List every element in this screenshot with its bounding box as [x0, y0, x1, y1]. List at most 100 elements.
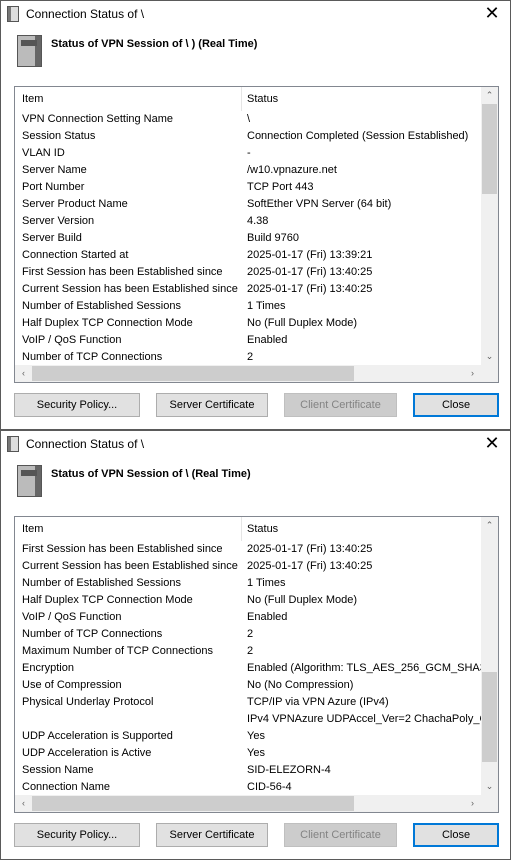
item-cell: Current Session has been Established sin…: [22, 560, 238, 572]
scrollbar-corner: [481, 795, 498, 812]
status-cell: 2025-01-17 (Fri) 13:40:25: [247, 543, 373, 555]
table-row[interactable]: Current Session has been Established sin…: [15, 558, 481, 575]
table-row[interactable]: Server Version 4.38: [15, 213, 481, 230]
table-row[interactable]: First Session has been Established since…: [15, 264, 481, 281]
table-row[interactable]: Physical Underlay Protocol TCP/IP via VP…: [15, 694, 481, 711]
security-policy-button[interactable]: Security Policy...: [14, 823, 140, 847]
status-cell: 2: [247, 628, 254, 640]
vertical-scrollbar[interactable]: ⌃ ⌄: [481, 87, 498, 365]
status-list[interactable]: Item Status First Session has been Estab…: [14, 516, 499, 813]
table-row[interactable]: Half Duplex TCP Connection Mode No (Full…: [15, 315, 481, 332]
chevron-down-icon[interactable]: ⌄: [481, 778, 498, 795]
table-row[interactable]: Server Product Name SoftEther VPN Server…: [15, 196, 481, 213]
title-bar[interactable]: Connection Status of \ ✕: [1, 1, 510, 29]
scrollbar-thumb[interactable]: [482, 104, 497, 194]
table-row[interactable]: UDP Acceleration is Active Yes: [15, 745, 481, 762]
status-cell: TCP/IP via VPN Azure (IPv4): [247, 696, 389, 708]
column-divider[interactable]: [241, 517, 242, 541]
table-row[interactable]: Number of TCP Connections 2: [15, 349, 481, 365]
item-cell: Server Product Name: [22, 198, 128, 210]
scrollbar-thumb[interactable]: [482, 672, 497, 762]
table-row[interactable]: VLAN ID -: [15, 145, 481, 162]
chevron-right-icon[interactable]: ›: [464, 795, 481, 812]
close-icon[interactable]: ✕: [482, 3, 502, 24]
status-cell: SID-ELEZORN-4: [247, 764, 331, 776]
column-header-item[interactable]: Item: [22, 93, 43, 105]
close-icon[interactable]: ✕: [482, 433, 502, 454]
scrollbar-thumb[interactable]: [32, 796, 354, 811]
item-cell: VoIP / QoS Function: [22, 334, 122, 346]
chevron-down-icon[interactable]: ⌄: [481, 348, 498, 365]
security-policy-button[interactable]: Security Policy...: [14, 393, 140, 417]
chevron-left-icon[interactable]: ‹: [15, 365, 32, 382]
page-title: Status of VPN Session of \ ) (Real Time): [51, 38, 258, 50]
table-row[interactable]: First Session has been Established since…: [15, 541, 481, 558]
table-row[interactable]: Connection Name CID-56-4: [15, 779, 481, 795]
list-header: Item Status: [15, 87, 481, 111]
chevron-up-icon[interactable]: ⌃: [481, 87, 498, 104]
server-certificate-button[interactable]: Server Certificate: [156, 823, 268, 847]
close-button[interactable]: Close: [413, 393, 499, 417]
column-divider[interactable]: [241, 87, 242, 111]
status-cell: 2025-01-17 (Fri) 13:39:21: [247, 249, 373, 261]
horizontal-scrollbar[interactable]: ‹ ›: [15, 795, 481, 812]
status-cell: 1 Times: [247, 300, 286, 312]
table-row[interactable]: Number of TCP Connections 2: [15, 626, 481, 643]
table-row[interactable]: Session Status Connection Completed (Ses…: [15, 128, 481, 145]
chevron-right-icon[interactable]: ›: [464, 365, 481, 382]
item-cell: Connection Name: [22, 781, 111, 793]
table-row[interactable]: Server Name /w10.vpnazure.net: [15, 162, 481, 179]
table-row[interactable]: VoIP / QoS Function Enabled: [15, 609, 481, 626]
status-cell: 4.38: [247, 215, 269, 227]
table-row[interactable]: Number of Established Sessions 1 Times: [15, 298, 481, 315]
item-cell: Use of Compression: [22, 679, 122, 691]
table-row[interactable]: VoIP / QoS Function Enabled: [15, 332, 481, 349]
status-list[interactable]: Item Status VPN Connection Setting Name …: [14, 86, 499, 383]
table-row[interactable]: Session Name SID-ELEZORN-4: [15, 762, 481, 779]
item-cell: Server Build: [22, 232, 82, 244]
table-row[interactable]: Half Duplex TCP Connection Mode No (Full…: [15, 592, 481, 609]
status-cell: TCP Port 443: [247, 181, 314, 193]
table-row[interactable]: Server Build Build 9760: [15, 230, 481, 247]
column-header-status[interactable]: Status: [247, 523, 278, 535]
client-certificate-button: Client Certificate: [284, 823, 397, 847]
status-cell: IPv4 VPNAzure UDPAccel_Ver=2 ChachaPoly_…: [247, 713, 481, 725]
table-row[interactable]: VPN Connection Setting Name \: [15, 111, 481, 128]
table-row[interactable]: UDP Acceleration is Supported Yes: [15, 728, 481, 745]
table-row[interactable]: Number of Established Sessions 1 Times: [15, 575, 481, 592]
table-row[interactable]: Maximum Number of TCP Connections 2: [15, 643, 481, 660]
title-bar[interactable]: Connection Status of \ ✕: [1, 431, 510, 459]
table-row[interactable]: IPv4 VPNAzure UDPAccel_Ver=2 ChachaPoly_…: [15, 711, 481, 728]
status-cell: /w10.vpnazure.net: [247, 164, 337, 176]
table-row[interactable]: Use of Compression No (No Compression): [15, 677, 481, 694]
status-cell: No (No Compression): [247, 679, 354, 691]
column-header-status[interactable]: Status: [247, 93, 278, 105]
table-row[interactable]: Encryption Enabled (Algorithm: TLS_AES_2…: [15, 660, 481, 677]
scrollbar-thumb[interactable]: [32, 366, 354, 381]
status-cell: \: [247, 113, 251, 125]
server-icon: [17, 35, 42, 67]
item-cell: Current Session has been Established sin…: [22, 283, 238, 295]
chevron-up-icon[interactable]: ⌃: [481, 517, 498, 534]
item-cell: Session Name: [22, 764, 94, 776]
server-certificate-button[interactable]: Server Certificate: [156, 393, 268, 417]
vertical-scrollbar[interactable]: ⌃ ⌄: [481, 517, 498, 795]
status-cell: Build 9760: [247, 232, 299, 244]
close-button[interactable]: Close: [413, 823, 499, 847]
item-cell: Maximum Number of TCP Connections: [22, 645, 213, 657]
table-row[interactable]: Current Session has been Established sin…: [15, 281, 481, 298]
item-cell: Connection Started at: [22, 249, 129, 261]
status-cell: No (Full Duplex Mode): [247, 594, 358, 606]
item-cell: Number of Established Sessions: [22, 577, 181, 589]
table-row[interactable]: Port Number TCP Port 443: [15, 179, 481, 196]
horizontal-scrollbar[interactable]: ‹ ›: [15, 365, 481, 382]
status-cell: 2025-01-17 (Fri) 13:40:25: [247, 266, 373, 278]
status-cell: SoftEther VPN Server (64 bit): [247, 198, 392, 210]
status-cell: Connection Completed (Session Establishe…: [247, 130, 469, 142]
status-cell: Yes: [247, 730, 265, 742]
item-cell: Server Name: [22, 164, 87, 176]
table-row[interactable]: Connection Started at 2025-01-17 (Fri) 1…: [15, 247, 481, 264]
column-header-item[interactable]: Item: [22, 523, 43, 535]
client-certificate-button: Client Certificate: [284, 393, 397, 417]
chevron-left-icon[interactable]: ‹: [15, 795, 32, 812]
